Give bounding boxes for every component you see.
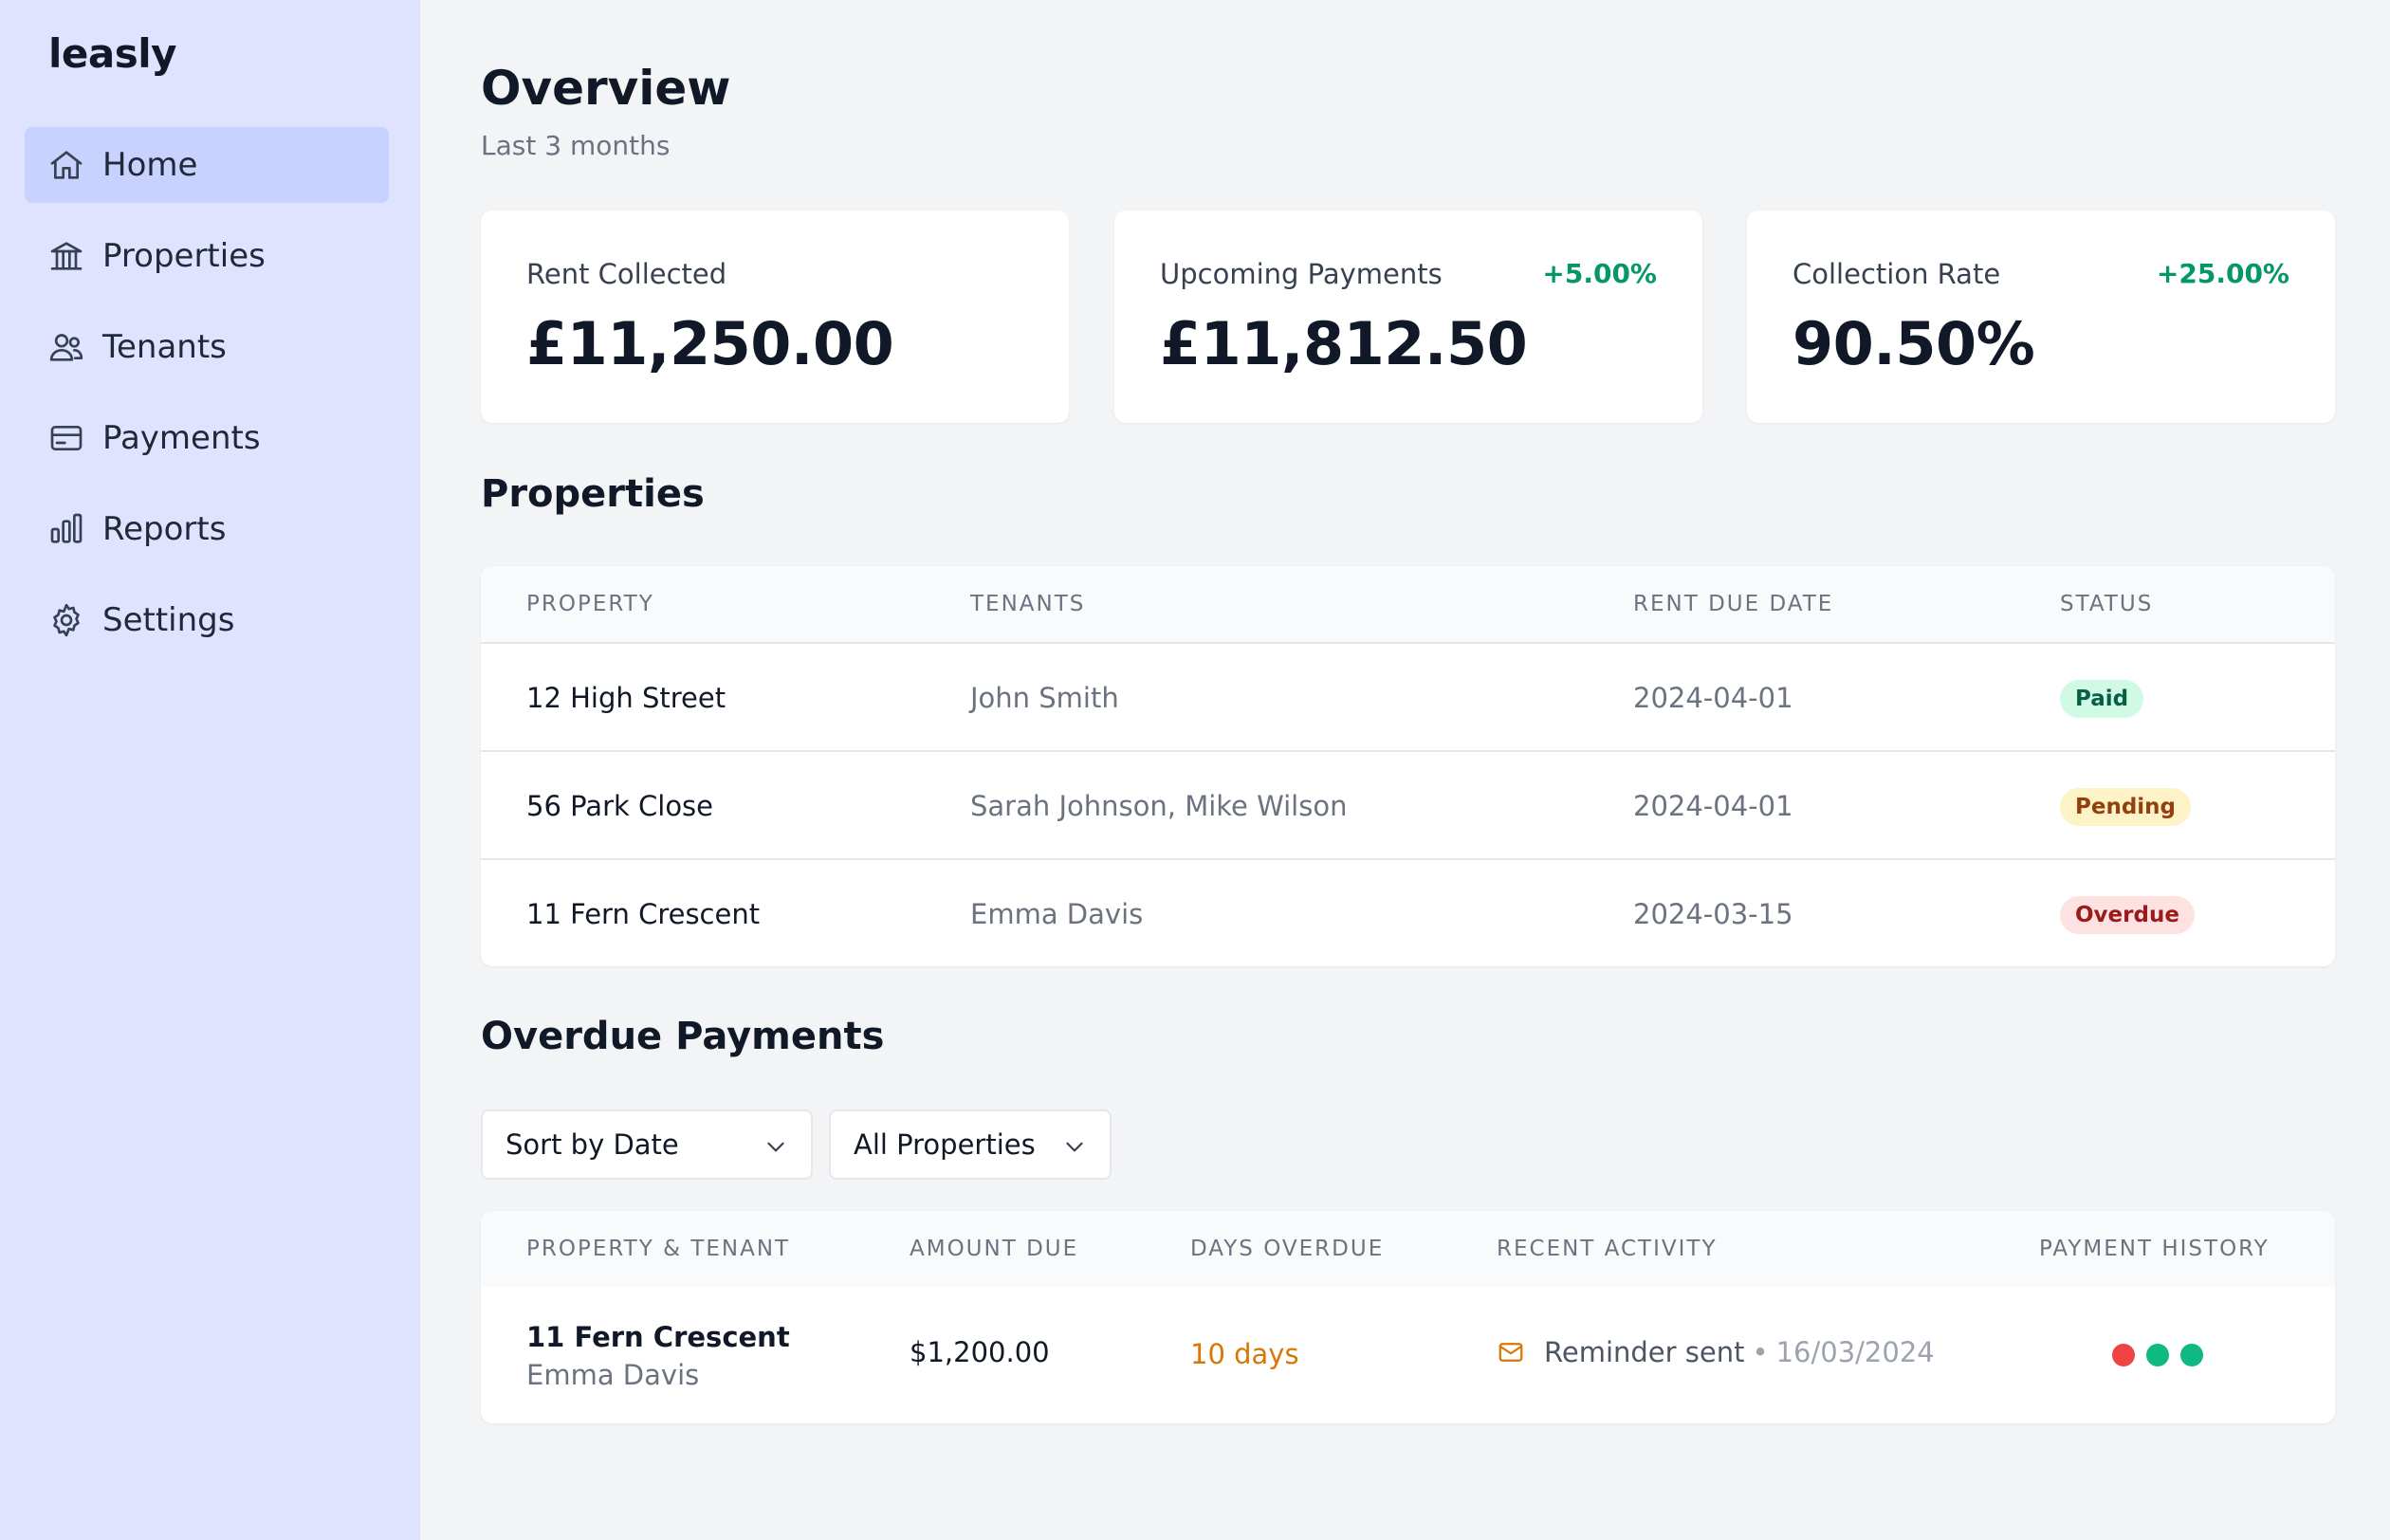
app-logo[interactable]: leasly	[48, 30, 177, 77]
stat-card-rent-collected: Rent Collected £11,250.00	[481, 211, 1069, 423]
column-header[interactable]: Rent Due Date	[1633, 566, 1833, 642]
payment-history	[2112, 1344, 2215, 1366]
table-row[interactable]: 11 Fern Crescent Emma Davis 2024-03-15 O…	[481, 858, 2335, 966]
table-header: Property & Tenant Amount Due Days Overdu…	[481, 1211, 2335, 1287]
page-title: Overview	[481, 61, 731, 116]
column-header[interactable]: Property	[526, 566, 654, 642]
sort-select[interactable]: Sort by Date	[481, 1109, 813, 1180]
property-name[interactable]: 11 Fern Crescent	[526, 860, 760, 966]
sidebar-item-label: Home	[102, 146, 198, 184]
users-icon	[49, 334, 83, 361]
recent-activity: Reminder sent • 16/03/2024	[1497, 1336, 1935, 1368]
mail-icon	[1498, 1343, 1523, 1362]
sidebar-item-label: Tenants	[102, 328, 227, 366]
status-badge: Pending	[2060, 788, 2192, 826]
column-header[interactable]: Amount Due	[910, 1211, 1078, 1287]
property-name[interactable]: 12 High Street	[526, 644, 726, 752]
property-name[interactable]: 11 Fern Crescent	[526, 1321, 790, 1353]
properties-table: Property Tenants Rent Due Date Status 12…	[481, 566, 2335, 966]
column-header[interactable]: Days Overdue	[1190, 1211, 1384, 1287]
rent-due-date: 2024-03-15	[1633, 898, 1793, 930]
overdue-payments-table: Property & Tenant Amount Due Days Overdu…	[481, 1211, 2335, 1423]
stat-value: £11,250.00	[526, 309, 894, 378]
stat-label: Rent Collected	[526, 258, 727, 290]
stat-change: +5.00%	[1542, 258, 1657, 289]
property-filter-value: All Properties	[854, 1128, 1036, 1161]
properties-section-title: Properties	[481, 472, 705, 516]
sidebar: leasly Home Properties Tenants Payments …	[0, 0, 420, 1540]
property-filter-select[interactable]: All Properties	[829, 1109, 1112, 1180]
tenant-name: Emma Davis	[526, 1359, 700, 1391]
table-header: Property Tenants Rent Due Date Status	[481, 566, 2335, 642]
stat-label: Collection Rate	[1792, 258, 2001, 290]
sidebar-item-payments[interactable]: Payments	[25, 400, 389, 476]
days-overdue: 10 days	[1190, 1338, 1299, 1370]
stat-card-collection-rate: Collection Rate +25.00% 90.50%	[1747, 211, 2335, 423]
sidebar-item-tenants[interactable]: Tenants	[25, 309, 389, 385]
sidebar-item-label: Properties	[102, 237, 266, 275]
stat-label: Upcoming Payments	[1160, 258, 1443, 290]
table-row[interactable]: 12 High Street John Smith 2024-04-01 Pai…	[481, 642, 2335, 750]
rent-due-date: 2024-04-01	[1633, 682, 1793, 714]
page-subtitle: Last 3 months	[481, 130, 671, 161]
stats-cards: Rent Collected £11,250.00 Upcoming Payme…	[481, 211, 2335, 423]
sidebar-item-home[interactable]: Home	[25, 127, 389, 203]
tenant-names: Sarah Johnson, Mike Wilson	[970, 790, 1348, 822]
sidebar-item-reports[interactable]: Reports	[25, 491, 389, 567]
sidebar-nav: Home Properties Tenants Payments Reports…	[25, 127, 389, 673]
payment-history-dot[interactable]	[2180, 1344, 2203, 1366]
chevron-down-icon	[767, 1142, 784, 1152]
stat-change: +25.00%	[2156, 258, 2289, 289]
sidebar-item-label: Reports	[102, 510, 227, 548]
overdue-section-title: Overdue Payments	[481, 1015, 885, 1058]
sidebar-item-settings[interactable]: Settings	[25, 582, 389, 658]
column-header[interactable]: Property & Tenant	[526, 1211, 790, 1287]
column-header[interactable]: Recent Activity	[1497, 1211, 1718, 1287]
building-icon	[50, 242, 83, 270]
home-icon	[50, 151, 83, 179]
stat-value: 90.50%	[1792, 309, 2035, 378]
table-row[interactable]: 56 Park Close Sarah Johnson, Mike Wilson…	[481, 750, 2335, 858]
credit-card-icon	[50, 426, 83, 450]
payment-history-dot[interactable]	[2112, 1344, 2135, 1366]
activity-separator: •	[1752, 1336, 1769, 1368]
gear-icon	[53, 603, 80, 637]
bar-chart-icon	[50, 513, 83, 543]
tenant-names: John Smith	[970, 682, 1119, 714]
stat-value: £11,812.50	[1160, 309, 1528, 378]
sidebar-item-label: Payments	[102, 419, 261, 457]
stat-card-upcoming-payments: Upcoming Payments +5.00% £11,812.50	[1114, 211, 1702, 423]
payment-history-dot[interactable]	[2146, 1344, 2169, 1366]
column-header[interactable]: Payment History	[2039, 1211, 2270, 1287]
chevron-down-icon	[1066, 1142, 1083, 1152]
table-row[interactable]: 11 Fern Crescent Emma Davis $1,200.00 10…	[481, 1287, 2335, 1423]
activity-text: Reminder sent	[1544, 1336, 1745, 1368]
column-header[interactable]: Tenants	[970, 566, 1085, 642]
rent-due-date: 2024-04-01	[1633, 790, 1793, 822]
sort-select-value: Sort by Date	[506, 1128, 679, 1161]
activity-date: 16/03/2024	[1775, 1336, 1935, 1368]
sidebar-item-label: Settings	[102, 601, 235, 639]
amount-due: $1,200.00	[910, 1336, 1050, 1368]
column-header[interactable]: Status	[2060, 566, 2153, 642]
property-name[interactable]: 56 Park Close	[526, 752, 713, 860]
tenant-names: Emma Davis	[970, 898, 1144, 930]
status-badge: Paid	[2060, 680, 2144, 718]
sidebar-item-properties[interactable]: Properties	[25, 218, 389, 294]
status-badge: Overdue	[2060, 896, 2195, 934]
